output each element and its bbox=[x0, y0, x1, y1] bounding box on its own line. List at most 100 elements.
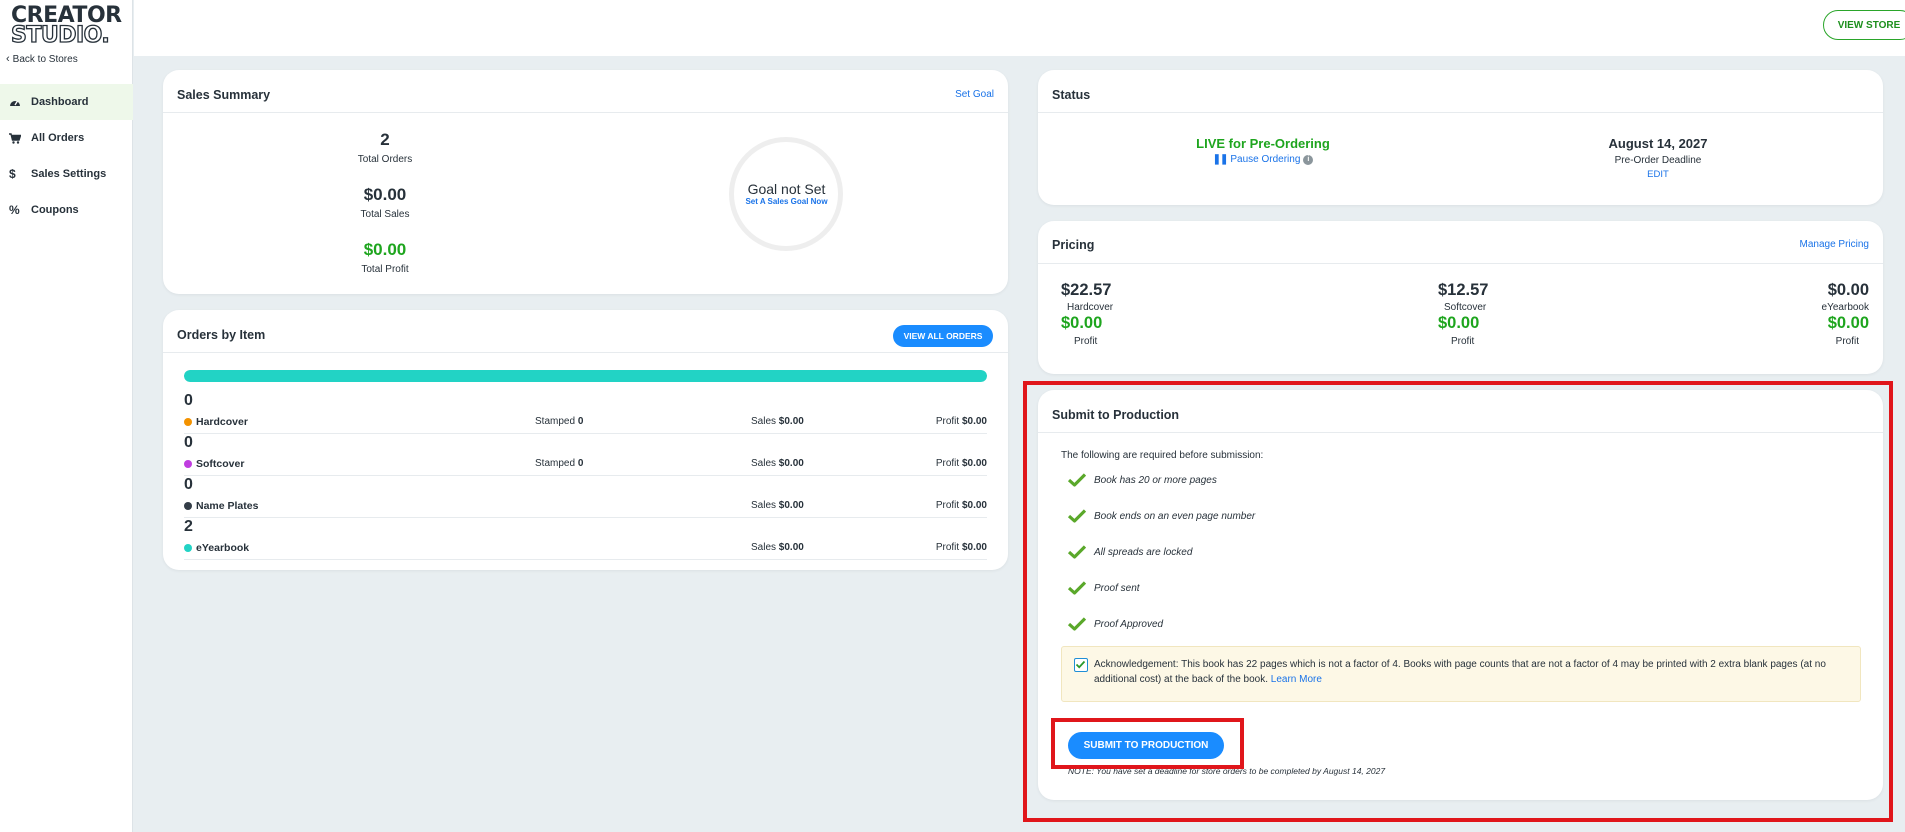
card-divider bbox=[1038, 263, 1883, 264]
deadline-label: Pre-Order Deadline bbox=[1614, 155, 1702, 166]
legend-dot bbox=[184, 460, 192, 468]
order-item-name: Name Plates bbox=[184, 500, 258, 512]
order-item-label: eYearbook bbox=[196, 542, 250, 554]
sales-label: Sales bbox=[751, 416, 777, 427]
profit-value: $0.00 bbox=[961, 500, 987, 511]
profit-label: Profit bbox=[935, 458, 960, 469]
sidebar-item-sales-settings[interactable]: $ Sales Settings bbox=[0, 156, 133, 192]
total-orders-value: 2 bbox=[380, 130, 390, 149]
order-item-label: Hardcover bbox=[196, 416, 248, 428]
sales-amount: Sales $0.00 bbox=[751, 500, 804, 511]
legend-dot bbox=[184, 544, 192, 552]
back-to-stores-link[interactable]: ‹ Back to Stores bbox=[6, 53, 78, 65]
profit-value: $0.00 bbox=[961, 458, 987, 469]
sidebar-nav: Dashboard All Orders $ Sales Settings % … bbox=[0, 84, 133, 228]
status-card: Status LIVE for Pre-Ordering ❚❚ Pause Or… bbox=[1038, 70, 1883, 205]
pause-ordering-label: Pause Ordering bbox=[1230, 154, 1301, 165]
brand-logo-line2: STUDIO. bbox=[10, 23, 110, 49]
sales-value: $0.00 bbox=[778, 542, 804, 553]
price-profit-value: $0.00 bbox=[1827, 314, 1869, 332]
total-sales-value: $0.00 bbox=[363, 185, 407, 204]
brand-logo[interactable]: CREATOR STUDIO. bbox=[10, 5, 122, 49]
sales-amount: Sales $0.00 bbox=[751, 458, 804, 469]
sales-summary-title: Sales Summary bbox=[177, 88, 271, 102]
price-value: $22.57 bbox=[1061, 281, 1112, 299]
sidebar-item-coupons[interactable]: % Coupons bbox=[0, 192, 133, 228]
legend-dot bbox=[184, 502, 192, 510]
sales-value: $0.00 bbox=[778, 416, 804, 427]
sales-summary-card: Sales Summary Set Goal 2 Total Orders $0… bbox=[163, 70, 1008, 294]
sidebar-item-label: Coupons bbox=[31, 204, 79, 216]
stamped-label: Stamped bbox=[535, 416, 576, 427]
orders-progress-fill bbox=[184, 370, 987, 382]
sales-amount: Sales $0.00 bbox=[751, 416, 804, 427]
sidebar-item-all-orders[interactable]: All Orders bbox=[0, 120, 133, 156]
set-sales-goal-link[interactable]: Set A Sales Goal Now bbox=[714, 197, 859, 206]
percent-icon: % bbox=[9, 203, 20, 217]
orders-by-item-card: Orders by Item VIEW ALL ORDERS 0 Hardcov… bbox=[163, 310, 1008, 570]
card-divider bbox=[163, 352, 1008, 353]
sales-label: Sales bbox=[751, 542, 777, 553]
stamped-value: 0 bbox=[577, 416, 584, 427]
order-row-softcover: 0 Softcover Stamped 0 Sales $0.00 Profit… bbox=[184, 434, 987, 476]
profit-label: Profit bbox=[935, 500, 960, 511]
price-profit-label: Profit bbox=[1451, 336, 1475, 347]
back-to-stores-label: Back to Stores bbox=[12, 53, 78, 65]
price-profit-label: Profit bbox=[1835, 336, 1859, 347]
order-item-label: Name Plates bbox=[196, 500, 259, 512]
total-sales-stat: $0.00 Total Sales bbox=[325, 185, 445, 220]
price-profit-value: $0.00 bbox=[1438, 314, 1480, 332]
pause-ordering-link[interactable]: ❚❚ Pause Ordering i bbox=[1173, 154, 1353, 165]
price-profit-value: $0.00 bbox=[1061, 314, 1103, 332]
sales-value: $0.00 bbox=[778, 500, 804, 511]
price-profit-label: Profit bbox=[1074, 336, 1098, 347]
stamped-value: 0 bbox=[577, 458, 584, 469]
stamped-count: Stamped 0 bbox=[535, 416, 583, 427]
pricing-title: Pricing bbox=[1052, 238, 1095, 252]
total-orders-stat: 2 Total Orders bbox=[325, 130, 445, 165]
info-icon[interactable]: i bbox=[1303, 154, 1314, 165]
price-value: $12.57 bbox=[1438, 281, 1489, 299]
profit-amount: Profit $0.00 bbox=[936, 416, 987, 427]
top-header: VIEW STORE bbox=[134, 0, 1905, 56]
profit-label: Profit bbox=[935, 542, 960, 553]
view-store-button[interactable]: VIEW STORE bbox=[1823, 10, 1905, 40]
profit-amount: Profit $0.00 bbox=[936, 542, 987, 553]
dashboard-gauge-icon bbox=[9, 97, 31, 107]
total-profit-value: $0.00 bbox=[363, 240, 407, 259]
card-divider bbox=[163, 112, 1008, 113]
total-orders-label: Total Orders bbox=[357, 154, 413, 165]
sidebar-item-dashboard[interactable]: Dashboard bbox=[0, 84, 133, 120]
order-item-name: Softcover bbox=[184, 458, 244, 470]
goal-not-set-text: Goal not Set bbox=[747, 181, 826, 197]
price-item-name: Softcover bbox=[1444, 302, 1487, 313]
order-row-hardcover: 0 Hardcover Stamped 0 Sales $0.00 Profit… bbox=[184, 392, 987, 434]
sales-amount: Sales $0.00 bbox=[751, 542, 804, 553]
total-profit-stat: $0.00 Total Profit bbox=[325, 240, 445, 275]
price-softcover: $12.57 Softcover $0.00 Profit bbox=[1438, 281, 1588, 347]
price-hardcover: $22.57 Hardcover $0.00 Profit bbox=[1061, 281, 1211, 347]
edit-deadline-link[interactable]: EDIT bbox=[1563, 169, 1753, 180]
stamped-count: Stamped 0 bbox=[535, 458, 583, 469]
profit-value: $0.00 bbox=[961, 416, 987, 427]
profit-value: $0.00 bbox=[961, 542, 987, 553]
total-profit-label: Total Profit bbox=[361, 264, 409, 275]
orders-progress-bar bbox=[184, 370, 987, 382]
view-all-orders-button[interactable]: VIEW ALL ORDERS bbox=[893, 325, 993, 347]
profit-amount: Profit $0.00 bbox=[936, 500, 987, 511]
sales-label: Sales bbox=[751, 458, 777, 469]
orders-by-item-title: Orders by Item bbox=[177, 328, 266, 342]
sidebar-item-label: All Orders bbox=[31, 132, 85, 144]
order-item-name: eYearbook bbox=[184, 542, 249, 554]
manage-pricing-link[interactable]: Manage Pricing bbox=[1800, 239, 1869, 250]
chevron-left-icon: ‹ bbox=[6, 53, 10, 65]
status-title: Status bbox=[1052, 88, 1091, 102]
order-count: 2 bbox=[184, 518, 193, 535]
order-item-name: Hardcover bbox=[184, 416, 248, 428]
order-count: 0 bbox=[184, 434, 193, 451]
deadline-date: August 14, 2027 bbox=[1608, 136, 1708, 151]
set-goal-link[interactable]: Set Goal bbox=[955, 89, 994, 100]
sidebar-item-label: Dashboard bbox=[31, 96, 89, 108]
sidebar-item-label: Sales Settings bbox=[31, 168, 107, 180]
order-row-name-plates: 0 Name Plates Sales $0.00 Profit $0.00 bbox=[184, 476, 987, 518]
